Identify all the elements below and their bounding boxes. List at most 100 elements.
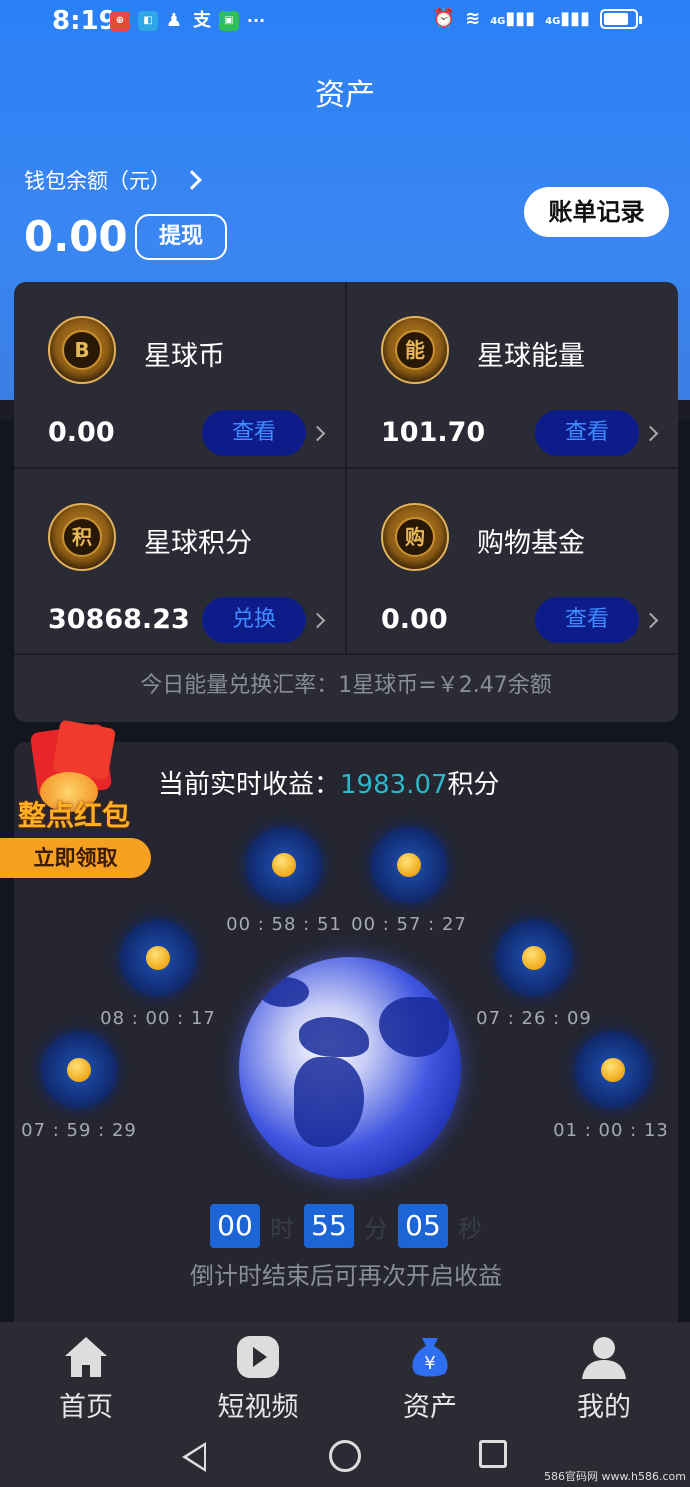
countdown-seconds-unit: 秒 <box>458 1214 482 1243</box>
chevron-right-icon[interactable] <box>309 612 326 629</box>
chevron-right-icon <box>182 170 202 190</box>
alarm-icon: ⏰ <box>432 8 456 29</box>
signal-icon: 4G▮▮▮ <box>490 8 536 29</box>
coin-orb[interactable] <box>496 920 572 996</box>
globe-land <box>299 1017 369 1057</box>
signal-icon: 4G▮▮▮ <box>545 8 590 29</box>
asset-name: 购物基金 <box>477 528 585 559</box>
asset-value: 0.00 <box>381 604 448 635</box>
tab-short-video[interactable]: 短视频 <box>172 1322 344 1432</box>
earnings-unit: 积分 <box>447 770 500 800</box>
orb-timer: 00 : 58 : 51 <box>226 914 342 935</box>
tab-home[interactable]: 首页 <box>0 1322 172 1432</box>
asset-name: 星球币 <box>144 341 225 372</box>
tab-mine[interactable]: 我的 <box>518 1322 690 1432</box>
tab-label: 我的 <box>577 1392 631 1423</box>
app-notification-icon: ◧ <box>138 11 158 31</box>
coin-orb[interactable] <box>371 827 447 903</box>
globe-land <box>294 1057 364 1147</box>
orb-timer: 08 : 00 : 17 <box>100 1008 216 1029</box>
chevron-right-icon[interactable] <box>642 612 659 629</box>
coin-orb[interactable] <box>120 920 196 996</box>
page-title: 资产 <box>315 78 375 113</box>
assets-page: 8:19 ⊕ ◧ ♟ 支 ▣ ··· ⏰ ≋ 4G▮▮▮ 4G▮▮▮ 资产 钱包… <box>0 0 690 1487</box>
asset-cell-star-coin: B 星球币 0.00 查看 <box>14 282 345 468</box>
points-coin-icon: 积 <box>48 503 116 571</box>
countdown-timer: 00 时 55 分 05 秒 <box>14 1204 678 1248</box>
tab-label: 首页 <box>59 1392 113 1423</box>
orb-timer: 00 : 57 : 27 <box>351 914 467 935</box>
battery-icon <box>600 8 642 29</box>
globe-land <box>259 977 309 1007</box>
asset-cell-star-energy: 能 星球能量 101.70 查看 <box>347 282 678 468</box>
app-notification-icon: ▣ <box>219 11 239 31</box>
shopping-coin-icon: 购 <box>381 503 449 571</box>
home-circle-icon[interactable] <box>329 1440 361 1472</box>
coin-orb[interactable] <box>41 1032 117 1108</box>
coin-glyph: 能 <box>395 330 435 370</box>
chevron-right-icon[interactable] <box>642 425 659 442</box>
wallet-amount: 0.00 <box>24 212 128 261</box>
earnings-label: 当前实时收益： <box>158 770 341 800</box>
coin-icon <box>397 853 421 877</box>
user-icon <box>582 1337 626 1379</box>
status-time: 8:19 <box>52 6 117 36</box>
coin-orb[interactable] <box>575 1032 651 1108</box>
coin-icon <box>522 946 546 970</box>
countdown-hours: 00 <box>210 1204 260 1248</box>
money-bag-icon: ¥ <box>412 1338 448 1377</box>
wallet-balance-link[interactable]: 钱包余额（元） <box>24 165 202 195</box>
coin-icon <box>146 946 170 970</box>
coin-icon <box>67 1058 91 1082</box>
claim-now-button[interactable]: 立即领取 <box>0 838 151 878</box>
asset-value: 101.70 <box>381 417 486 448</box>
bill-records-button[interactable]: 账单记录 <box>524 187 669 237</box>
asset-name: 星球积分 <box>144 528 252 559</box>
exchange-button[interactable]: 兑换 <box>202 597 306 643</box>
countdown-hours-unit: 时 <box>270 1214 294 1243</box>
orb-timer: 07 : 59 : 29 <box>21 1120 137 1141</box>
tab-assets[interactable]: ¥ 资产 <box>344 1322 516 1432</box>
status-bar: 8:19 ⊕ ◧ ♟ 支 ▣ ··· ⏰ ≋ 4G▮▮▮ 4G▮▮▮ <box>0 0 690 44</box>
network-type: 4G <box>545 16 561 27</box>
red-envelope-icon <box>51 719 117 781</box>
asset-value: 0.00 <box>48 417 115 448</box>
orb-timer: 07 : 26 : 09 <box>476 1008 592 1029</box>
energy-coin-icon: 能 <box>381 316 449 384</box>
recent-apps-icon[interactable] <box>479 1440 507 1468</box>
coin-glyph: B <box>62 330 102 370</box>
countdown-minutes: 55 <box>304 1204 354 1248</box>
qq-icon: ♟ <box>165 10 183 31</box>
withdraw-button[interactable]: 提现 <box>135 214 227 260</box>
view-button[interactable]: 查看 <box>202 410 306 456</box>
coin-icon <box>601 1058 625 1082</box>
coin-glyph: 积 <box>62 517 102 557</box>
play-icon <box>237 1336 279 1378</box>
coin-orb[interactable] <box>246 827 322 903</box>
watermark: 586官码网 www.h586.com <box>544 1470 686 1483</box>
earnings-title: 当前实时收益：1983.07积分 <box>158 764 500 801</box>
asset-cell-star-points: 积 星球积分 30868.23 兑换 <box>14 469 345 655</box>
chevron-right-icon[interactable] <box>309 425 326 442</box>
alipay-icon: 支 <box>193 10 211 31</box>
bottom-tab-bar: 首页 短视频 ¥ 资产 我的 <box>0 1322 690 1432</box>
asset-value: 30868.23 <box>48 604 190 635</box>
view-button[interactable]: 查看 <box>535 597 639 643</box>
back-icon[interactable] <box>182 1442 206 1472</box>
view-button[interactable]: 查看 <box>535 410 639 456</box>
coin-icon <box>272 853 296 877</box>
countdown-seconds: 05 <box>398 1204 448 1248</box>
home-icon <box>65 1337 107 1377</box>
tab-label: 短视频 <box>217 1392 299 1423</box>
wallet-label: 钱包余额（元） <box>24 169 171 193</box>
globe-icon[interactable] <box>239 957 461 1179</box>
wifi-icon: ≋ <box>465 8 481 29</box>
red-packet-widget[interactable]: 整点红包 立即领取 <box>0 719 160 882</box>
orb-timer: 01 : 00 : 13 <box>553 1120 669 1141</box>
asset-name: 星球能量 <box>477 341 585 372</box>
more-notifications-icon: ··· <box>246 11 266 30</box>
exchange-rate-text: 今日能量兑换汇率：1星球币=￥2.47余额 <box>140 673 552 698</box>
app-notification-icon: ⊕ <box>110 11 130 31</box>
svg-text:¥: ¥ <box>424 1353 435 1374</box>
globe-land <box>379 997 449 1057</box>
